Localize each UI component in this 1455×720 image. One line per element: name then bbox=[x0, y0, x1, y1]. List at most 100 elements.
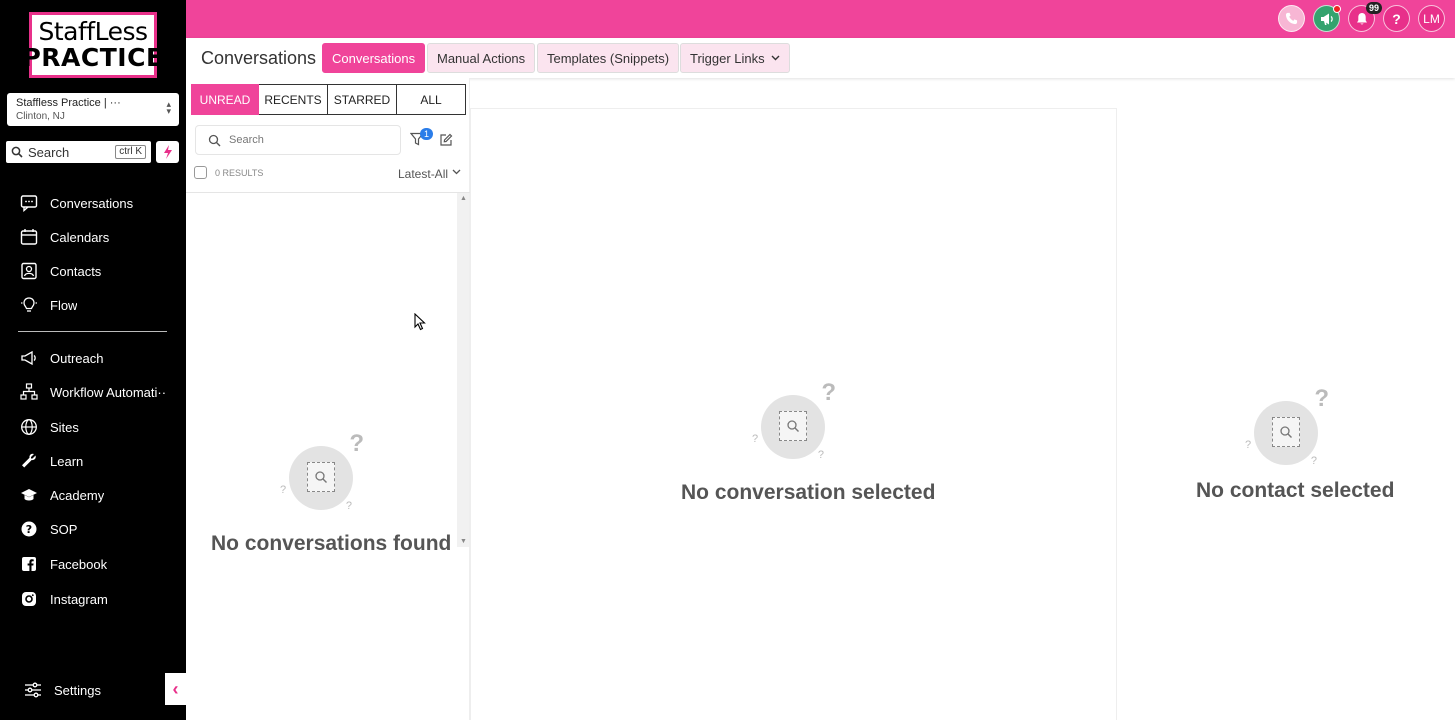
tab-trigger-links[interactable]: Trigger Links bbox=[680, 43, 790, 73]
sidebar-item-contacts[interactable]: Contacts bbox=[20, 259, 101, 283]
empty-search-illustration-icon: ??? bbox=[280, 430, 364, 512]
brand-logo[interactable]: StaffLess PRACTICE bbox=[22, 12, 163, 78]
sidebar-search[interactable]: Search ctrl K bbox=[6, 141, 151, 163]
tab-manual-actions[interactable]: Manual Actions bbox=[427, 43, 536, 73]
tab-conversations[interactable]: Conversations bbox=[322, 43, 426, 73]
sidebar-item-instagram[interactable]: Instagram bbox=[20, 587, 108, 611]
chevron-down-icon[interactable] bbox=[452, 169, 461, 175]
avatar-initials: LM bbox=[1423, 11, 1440, 26]
announcement-unread-dot bbox=[1333, 5, 1341, 13]
sidebar-item-calendars[interactable]: Calendars bbox=[20, 225, 109, 249]
tab-label: Conversations bbox=[332, 50, 416, 66]
chat-icon bbox=[20, 194, 38, 212]
empty-conversations-text: No conversations found bbox=[211, 532, 452, 555]
empty-conversation-text: No conversation selected bbox=[681, 481, 936, 504]
instagram-icon bbox=[20, 590, 38, 608]
conversation-list-panel: UNREAD RECENTS STARRED ALL Search 1 0 RE… bbox=[186, 78, 470, 720]
sidebar-item-facebook[interactable]: Facebook bbox=[20, 552, 107, 576]
phone-button[interactable] bbox=[1278, 5, 1305, 32]
filter-tab-unread[interactable]: UNREAD bbox=[191, 84, 259, 115]
scroll-down-arrow-icon[interactable]: ▼ bbox=[460, 538, 467, 545]
graduation-cap-icon bbox=[20, 486, 38, 504]
help-button[interactable]: ? bbox=[1383, 5, 1410, 32]
tab-label: Manual Actions bbox=[437, 50, 526, 66]
empty-conversations: ??? No conversations found bbox=[211, 430, 452, 556]
sidebar: StaffLess PRACTICE Staffless Practice | … bbox=[0, 0, 186, 720]
collapse-sidebar-button[interactable]: ‹ bbox=[165, 673, 186, 705]
filter-tab-label: ALL bbox=[420, 92, 442, 107]
filter-tab-recents[interactable]: RECENTS bbox=[259, 84, 328, 115]
tab-templates-snippets[interactable]: Templates (Snippets) bbox=[537, 43, 680, 73]
globe-icon bbox=[20, 418, 38, 436]
top-bar: 99 ? LM bbox=[186, 0, 1455, 38]
sidebar-item-sites[interactable]: Sites bbox=[20, 415, 79, 439]
lightning-icon bbox=[163, 145, 172, 159]
up-down-chevron-icon: ▴ ▾ bbox=[166, 99, 171, 116]
sidebar-item-label: Outreach bbox=[50, 350, 104, 366]
sort-dropdown[interactable]: Latest-All bbox=[398, 167, 448, 181]
facebook-icon bbox=[20, 555, 38, 573]
megaphone-icon bbox=[1320, 13, 1333, 25]
location-name: Staffless Practice | ··· bbox=[16, 97, 121, 109]
contacts-icon bbox=[20, 262, 38, 280]
contact-detail-panel: ??? No contact selected bbox=[1117, 108, 1455, 720]
sliders-icon bbox=[24, 681, 42, 699]
notifications-count-badge: 99 bbox=[1365, 2, 1382, 14]
empty-search-illustration-icon: ??? bbox=[752, 379, 836, 461]
calendar-icon bbox=[20, 228, 38, 246]
list-scrollbar[interactable]: ▲ ▼ bbox=[457, 193, 469, 547]
results-count: 0 RESULTS bbox=[215, 168, 264, 178]
tab-label: Trigger Links bbox=[690, 50, 765, 66]
filter-tab-all[interactable]: ALL bbox=[397, 84, 466, 115]
search-icon bbox=[11, 146, 23, 158]
empty-search-illustration-icon: ??? bbox=[1245, 385, 1329, 467]
chevron-left-icon: ‹ bbox=[172, 678, 179, 699]
sidebar-item-label: Academy bbox=[50, 487, 105, 503]
sidebar-item-workflow-automation[interactable]: Workflow Automati··· bbox=[20, 380, 166, 404]
location-switcher[interactable]: Staffless Practice | ··· Clinton, NJ ▴ ▾ bbox=[7, 93, 179, 126]
search-icon bbox=[208, 134, 221, 146]
sidebar-item-conversations[interactable]: Conversations bbox=[20, 191, 133, 215]
wrench-icon bbox=[20, 452, 38, 470]
logo-line-1: StaffLess bbox=[38, 17, 148, 46]
search-shortcut: ctrl K bbox=[115, 145, 146, 159]
conversation-filter-tabs: UNREAD RECENTS STARRED ALL bbox=[191, 84, 466, 115]
help-circle-icon: ? bbox=[20, 520, 38, 538]
sidebar-item-label: Learn bbox=[50, 453, 84, 469]
conversation-search-input[interactable]: Search bbox=[195, 125, 401, 155]
svg-text:?: ? bbox=[26, 523, 32, 536]
announcements-button[interactable] bbox=[1313, 5, 1341, 32]
sidebar-item-label: Settings bbox=[54, 682, 101, 698]
scroll-up-arrow-icon[interactable]: ▲ bbox=[460, 195, 467, 202]
page-title: Conversations bbox=[201, 48, 317, 68]
filter-tab-label: RECENTS bbox=[264, 92, 322, 107]
chevron-down-icon bbox=[771, 55, 780, 61]
location-city: Clinton, NJ bbox=[16, 111, 65, 122]
workflow-icon bbox=[20, 383, 38, 401]
select-all-checkbox[interactable] bbox=[194, 166, 207, 179]
filter-count-badge: 1 bbox=[420, 128, 434, 140]
sidebar-item-label: Contacts bbox=[50, 263, 102, 279]
sidebar-item-label: Calendars bbox=[50, 229, 110, 245]
sidebar-item-academy[interactable]: Academy bbox=[20, 483, 104, 507]
user-avatar[interactable]: LM bbox=[1418, 5, 1445, 32]
filter-tab-starred[interactable]: STARRED bbox=[328, 84, 397, 115]
lightbulb-icon bbox=[20, 296, 38, 314]
question-mark-icon: ? bbox=[1392, 10, 1401, 27]
notifications-button[interactable]: 99 bbox=[1348, 2, 1382, 32]
sidebar-item-outreach[interactable]: Outreach bbox=[20, 346, 103, 370]
sidebar-item-settings[interactable]: Settings bbox=[24, 678, 101, 702]
bell-icon bbox=[1356, 12, 1367, 24]
compose-icon[interactable] bbox=[439, 133, 453, 147]
sidebar-item-learn[interactable]: Learn bbox=[20, 449, 83, 473]
empty-contact-text: No contact selected bbox=[1196, 479, 1395, 502]
sidebar-item-label: Conversations bbox=[50, 195, 134, 211]
sidebar-item-sop[interactable]: ? SOP bbox=[20, 517, 77, 541]
filter-tab-label: STARRED bbox=[333, 92, 391, 107]
conversation-detail-panel: ??? No conversation selected bbox=[470, 108, 1117, 720]
quick-actions-button[interactable] bbox=[156, 141, 179, 163]
sidebar-item-flow[interactable]: Flow bbox=[20, 293, 77, 317]
sidebar-item-label: Instagram bbox=[50, 591, 108, 607]
logo-line-2: PRACTICE bbox=[22, 43, 164, 72]
tab-label: Templates (Snippets) bbox=[547, 50, 670, 66]
